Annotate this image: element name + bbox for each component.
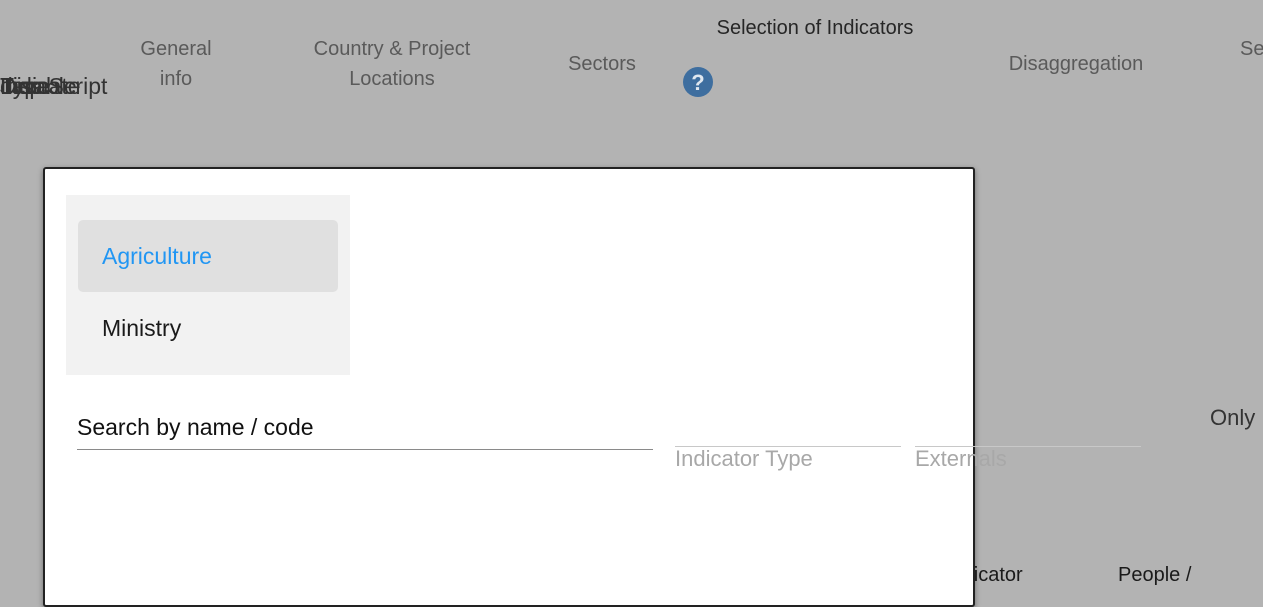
externals-select[interactable]: Externals [915,402,1141,471]
step-label: Se [1240,38,1263,60]
step-general-info[interactable]: General info [126,34,226,94]
step-label: Disaggregation [1008,53,1144,75]
externals-label: Externals [915,446,1007,471]
step-label: Selection of Indicators [716,17,914,39]
step-label: General [140,38,212,60]
indicator-type-label: Indicator Type [675,446,813,471]
step-sectors[interactable]: Sectors [552,49,652,79]
search-input[interactable] [77,405,653,450]
step-label: Locations [349,68,435,90]
overlap-text-5: disp [0,73,43,99]
sector-selection-modal: Agriculture Ministry Indicator Type Exte… [43,167,1141,607]
search-field [77,405,653,450]
step-next[interactable]: Se [1240,34,1263,64]
sector-list: Agriculture Ministry [66,195,350,375]
step-label: Country & Project [313,38,471,60]
step-country-project-locations[interactable]: Country & Project Locations [292,34,492,94]
sector-item-ministry[interactable]: Ministry [78,292,338,364]
help-icon[interactable]: ? [683,67,713,97]
step-label: Sectors [568,53,636,75]
step-selection-of-indicators[interactable]: Selection of Indicators [690,13,940,43]
step-label: info [159,68,193,90]
only-label: Only [1210,405,1256,430]
step-disaggregation[interactable]: Disaggregation [996,49,1156,79]
indicator-type-select[interactable]: Indicator Type [675,402,901,471]
sector-item-agriculture[interactable]: Agriculture [78,220,338,292]
column-header-people: People / [1118,564,1192,586]
